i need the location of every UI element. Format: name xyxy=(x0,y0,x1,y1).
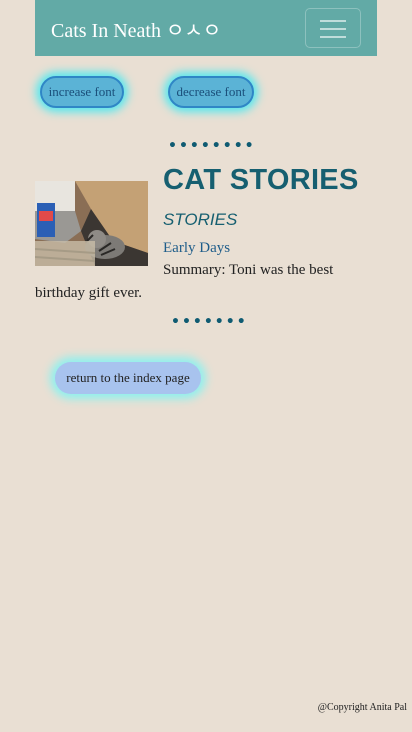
story-link-early-days[interactable]: Early Days xyxy=(163,240,230,257)
copyright-text: @Copyright Anita Pal xyxy=(317,702,407,713)
story-summary-line2: birthday gift ever. xyxy=(35,285,143,301)
divider-bottom: ••••••• xyxy=(171,314,248,330)
divider-top: •••••••• xyxy=(168,138,256,154)
decrease-font-button[interactable]: decrease font xyxy=(168,76,254,108)
cat-photo xyxy=(35,181,148,266)
increase-font-button[interactable]: increase font xyxy=(40,76,124,108)
story-summary-line1: Summary: Toni was the best xyxy=(163,262,334,278)
section-subtitle: STORIES xyxy=(163,210,238,229)
return-index-button[interactable]: return to the index page xyxy=(55,362,201,394)
brand-title[interactable]: Cats In Neath ㅇㅅㅇ xyxy=(51,14,221,43)
navbar: Cats In Neath ㅇㅅㅇ xyxy=(35,0,377,56)
page-title: CAT STORIES xyxy=(163,164,359,196)
menu-toggle-button[interactable] xyxy=(305,8,361,48)
